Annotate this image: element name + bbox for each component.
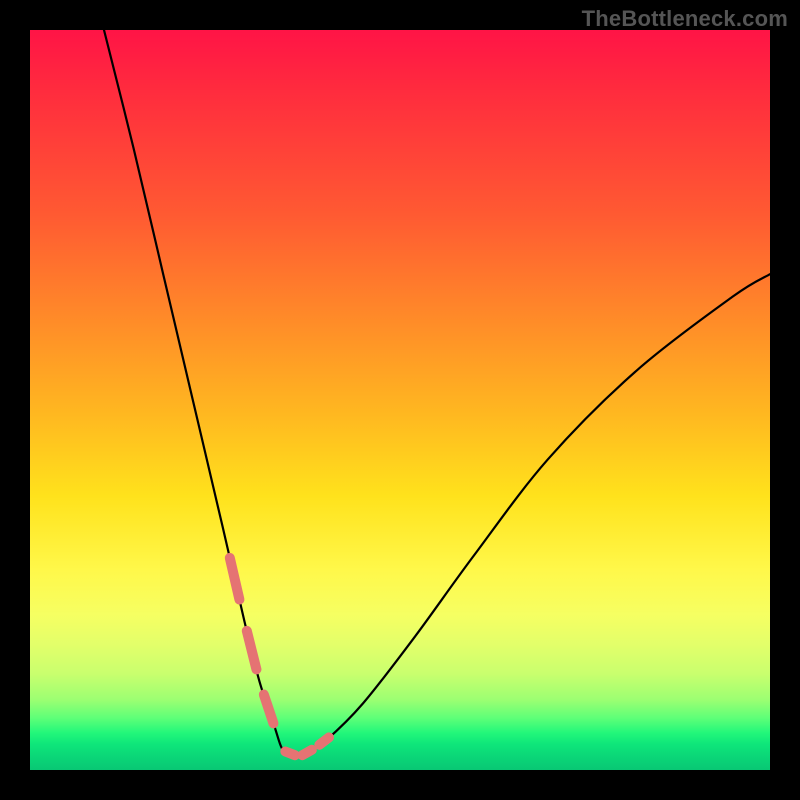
overlay-dash — [247, 631, 257, 669]
curve-svg — [30, 30, 770, 770]
overlay-dash — [285, 752, 295, 756]
dotted-overlay-left — [230, 558, 274, 724]
dotted-overlay-right — [285, 737, 329, 755]
overlay-dash — [319, 737, 329, 744]
overlay-dash — [264, 695, 274, 724]
plot-area — [30, 30, 770, 770]
overlay-dash — [302, 750, 312, 755]
chart-frame: TheBottleneck.com — [0, 0, 800, 800]
overlay-dash — [230, 558, 240, 600]
bottleneck-curve-line — [104, 30, 770, 757]
watermark-text: TheBottleneck.com — [582, 6, 788, 32]
